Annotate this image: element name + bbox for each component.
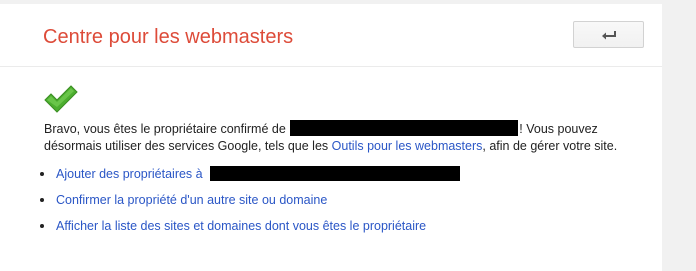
list-item: Afficher la liste des sites et domaines …	[38, 215, 460, 241]
message-text: , afin de gérer votre site.	[482, 139, 618, 153]
page-title: Centre pour les webmasters	[43, 26, 294, 48]
redacted-domain	[290, 120, 519, 136]
message-line-1: Bravo, vous êtes le propriétaire confirm…	[44, 120, 654, 138]
message-line-2: désormais utiliser des services Google, …	[44, 138, 654, 155]
header: Centre pour les webmasters	[0, 4, 662, 67]
checkmark-icon	[43, 85, 79, 113]
webmaster-tools-link[interactable]: Outils pour les webmasters	[332, 139, 483, 153]
list-item: Confirmer la propriété d'un autre site o…	[38, 189, 460, 215]
list-item: Ajouter des propriétaires à	[38, 163, 461, 189]
message-text: Bravo, vous êtes le propriétaire confirm…	[44, 122, 286, 136]
right-scroll-area	[662, 0, 696, 271]
message-text: désormais utiliser des services Google, …	[44, 139, 329, 153]
list-owned-sites-link[interactable]: Afficher la liste des sites et domaines …	[56, 219, 426, 233]
bullet-icon	[40, 224, 44, 228]
bullet-icon	[40, 198, 44, 202]
verify-another-site-link[interactable]: Confirmer la propriété d'un autre site o…	[56, 193, 327, 207]
page: Centre pour les webmasters Bravo, vous ê…	[0, 0, 696, 271]
message-text: ! Vous pouvez	[519, 122, 598, 136]
bullet-icon	[40, 172, 44, 176]
action-list: Ajouter des propriétaires à Confirmer la…	[38, 163, 461, 241]
back-arrow-icon	[601, 30, 617, 40]
add-owners-link[interactable]: Ajouter des propriétaires à	[56, 167, 203, 181]
back-button[interactable]	[573, 21, 644, 48]
redacted-site	[210, 166, 461, 181]
confirmation-message: Bravo, vous êtes le propriétaire confirm…	[44, 120, 654, 155]
